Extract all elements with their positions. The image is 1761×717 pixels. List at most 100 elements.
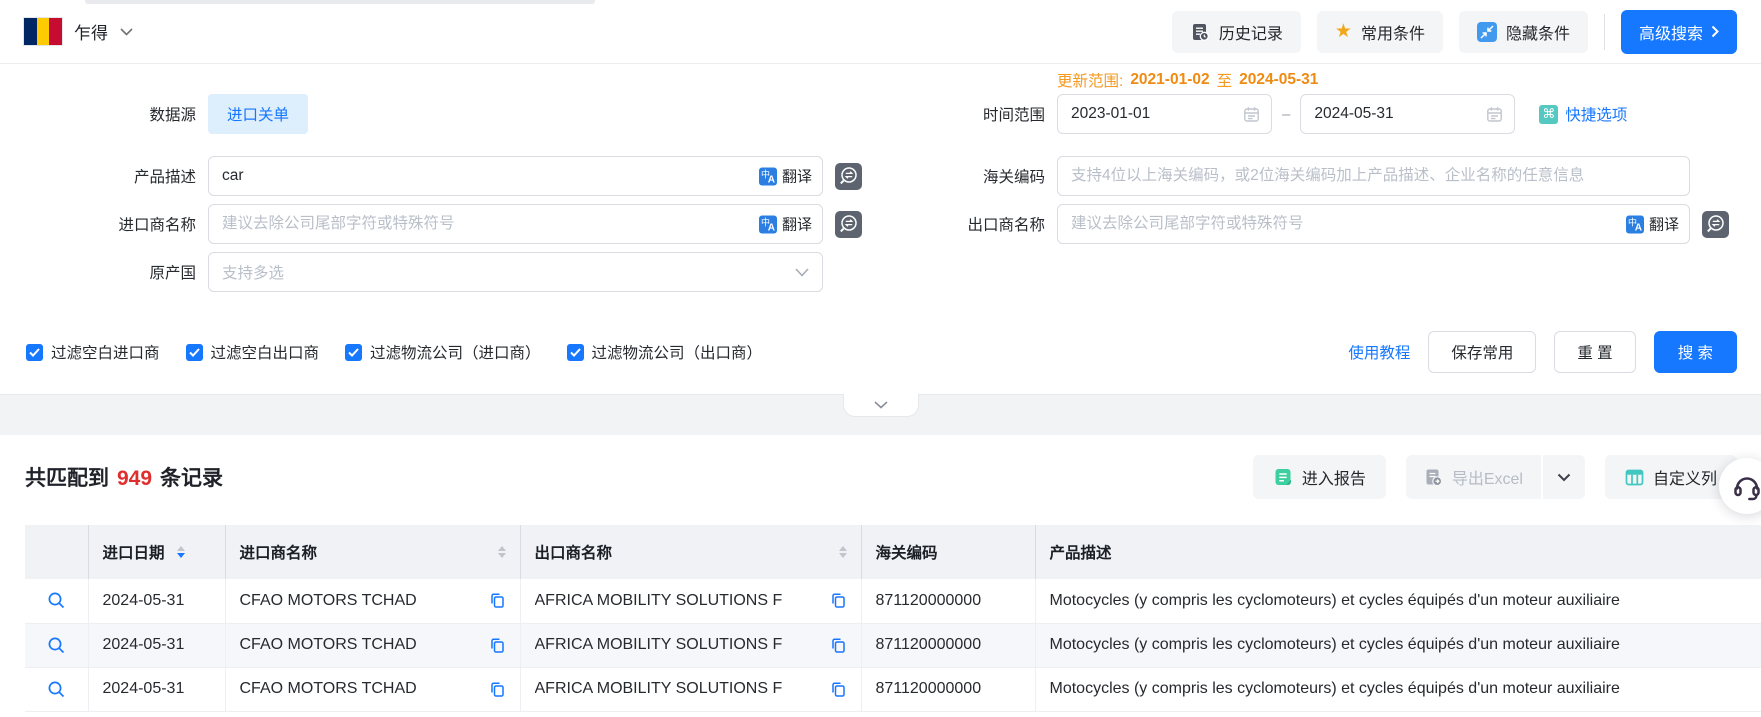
header-import-date[interactable]: 进口日期 [88,525,225,579]
hs-code-row: 海关编码 [880,156,1690,196]
cell-exporter[interactable]: AFRICA MOBILITY SOLUTIONS F [535,636,783,654]
quick-options-button[interactable]: ⌘ 快捷选项 [1539,103,1627,125]
export-dropdown-button[interactable] [1541,455,1585,499]
app-page: 乍得 历史记录 ★ 常用条件 隐藏条件 [0,0,1761,717]
save-common-button[interactable]: 保存常用 [1428,331,1536,373]
product-desc-row: 产品描述 中A 翻译 [26,156,862,196]
sort-icon[interactable] [839,546,847,558]
translate-button[interactable]: 中A 翻译 [759,166,812,187]
country-selector[interactable]: 乍得 [24,18,133,45]
summary-prefix: 共匹配到 [25,462,109,492]
cell-import-date: 2024-05-31 [88,667,225,711]
tutorial-link[interactable]: 使用教程 [1348,341,1410,363]
checkbox-checked-icon [186,344,203,361]
match-mode-icon[interactable] [1702,211,1729,238]
filter-footer: 过滤空白进口商 过滤空白出口商 过滤物流公司（进口商） 过滤物流公司（出口商） … [26,328,1737,376]
chad-flag-icon [24,18,62,45]
date-start-input[interactable] [1058,95,1243,133]
reset-button[interactable]: 重 置 [1554,331,1635,373]
update-range-end: 2024-05-31 [1239,71,1318,89]
importer-input[interactable] [209,205,822,243]
copy-icon[interactable] [830,681,847,698]
advanced-search-button[interactable]: 高级搜索 [1621,10,1737,54]
origin-country-select[interactable]: 支持多选 [208,252,823,292]
translate-button[interactable]: 中A 翻译 [759,214,812,235]
cell-import-date: 2024-05-31 [88,623,225,667]
header-exporter[interactable]: 出口商名称 [520,525,861,579]
calendar-icon[interactable] [1486,106,1503,123]
copy-icon[interactable] [489,592,506,609]
origin-country-row: 原产国 支持多选 [26,252,823,292]
origin-country-label: 原产国 [26,261,196,283]
cell-importer[interactable]: CFAO MOTORS TCHAD [240,592,417,610]
header-hs-code[interactable]: 海关编码 [861,525,1035,579]
view-detail-icon[interactable] [39,680,74,699]
importer-row: 进口商名称 中A 翻译 [26,204,862,244]
calendar-icon[interactable] [1243,106,1260,123]
match-mode-icon[interactable] [835,163,862,190]
results-toolbar: 进入报告 导出Excel [1253,455,1737,499]
favorites-button[interactable]: ★ 常用条件 [1317,11,1443,53]
exporter-row: 出口商名称 中A 翻译 [880,204,1729,244]
cell-exporter[interactable]: AFRICA MOBILITY SOLUTIONS F [535,680,783,698]
checkbox-checked-icon [567,344,584,361]
header-importer[interactable]: 进口商名称 [225,525,520,579]
date-start-input-box [1057,94,1272,134]
results-section: 共匹配到 949 条记录 进入报告 导出Excel [0,435,1761,712]
cell-exporter[interactable]: AFRICA MOBILITY SOLUTIONS F [535,592,783,610]
history-label: 历史记录 [1219,20,1283,44]
copy-icon[interactable] [830,637,847,654]
translate-label: 翻译 [1649,214,1679,235]
table-row: 2024-05-31 CFAO MOTORS TCHAD AFRICA MOBI… [25,623,1761,667]
cell-hs-code: 871120000000 [861,579,1035,623]
checkbox-label: 过滤物流公司（出口商） [592,341,763,363]
checkbox-filter-logistics-exporter[interactable]: 过滤物流公司（出口商） [567,341,763,363]
copy-icon[interactable] [489,637,506,654]
data-source-tab-import[interactable]: 进口关单 [208,94,308,134]
history-icon [1190,22,1210,42]
custom-columns-button[interactable]: 自定义列 [1605,455,1737,499]
chevron-right-icon [1711,25,1719,38]
hs-code-input[interactable] [1058,157,1689,195]
hide-conditions-button[interactable]: 隐藏条件 [1459,11,1588,53]
export-excel-label: 导出Excel [1452,465,1523,489]
cell-hs-code: 871120000000 [861,667,1035,711]
importer-label: 进口商名称 [26,213,196,235]
cell-product-desc: Motocycles (y compris les cyclomoteurs) … [1035,623,1761,667]
copy-icon[interactable] [830,592,847,609]
chevron-down-icon [795,268,809,277]
cell-importer[interactable]: CFAO MOTORS TCHAD [240,636,417,654]
enter-report-button[interactable]: 进入报告 [1253,455,1386,499]
search-button[interactable]: 搜 索 [1654,331,1737,373]
results-count: 949 [117,467,152,491]
origin-country-placeholder: 支持多选 [222,261,284,283]
exporter-input[interactable] [1058,205,1689,243]
results-summary: 共匹配到 949 条记录 [25,462,223,492]
collapse-panel-tab[interactable] [843,394,919,417]
view-detail-icon[interactable] [39,636,74,655]
data-source-label: 数据源 [26,103,196,125]
export-group: 导出Excel [1406,455,1585,499]
copy-icon[interactable] [489,681,506,698]
results-header: 共匹配到 949 条记录 进入报告 导出Excel [0,455,1761,499]
checkbox-filter-blank-importer[interactable]: 过滤空白进口商 [26,341,160,363]
hs-code-label: 海关编码 [880,165,1045,187]
export-excel-button[interactable]: 导出Excel [1406,455,1541,499]
product-desc-input-box: 中A 翻译 [208,156,823,196]
cell-importer[interactable]: CFAO MOTORS TCHAD [240,680,417,698]
sort-icon[interactable] [177,546,185,558]
date-end-input[interactable] [1301,95,1486,133]
topbar: 乍得 历史记录 ★ 常用条件 隐藏条件 [0,0,1761,64]
sort-icon[interactable] [498,546,506,558]
view-detail-icon[interactable] [39,591,74,610]
product-desc-input[interactable] [209,157,822,195]
checkbox-filter-logistics-importer[interactable]: 过滤物流公司（进口商） [345,341,541,363]
table-row: 2024-05-31 CFAO MOTORS TCHAD AFRICA MOBI… [25,667,1761,711]
translate-button[interactable]: 中A 翻译 [1626,214,1679,235]
exporter-input-box: 中A 翻译 [1057,204,1690,244]
history-button[interactable]: 历史记录 [1172,11,1301,53]
match-mode-icon[interactable] [835,211,862,238]
collapse-arrows-icon [1477,22,1497,42]
checkbox-filter-blank-exporter[interactable]: 过滤空白出口商 [186,341,320,363]
header-product-desc[interactable]: 产品描述 [1035,525,1761,579]
